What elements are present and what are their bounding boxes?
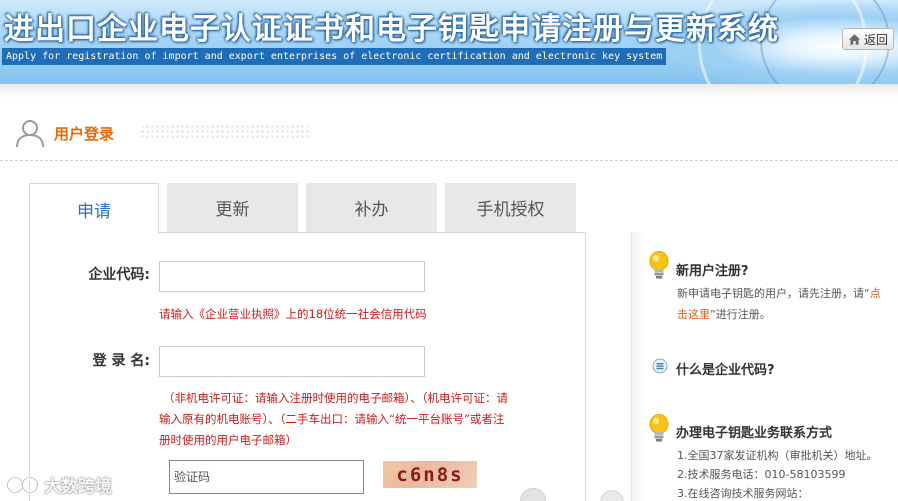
contact-item-agencies[interactable]: 1.全国37家发证机构（审批机关）地址。 — [677, 446, 878, 465]
lightbulb-icon — [649, 414, 669, 442]
header-banner: 进出口企业电子认证证书和电子钥匙申请注册与更新系统 Apply for regi… — [0, 0, 898, 84]
new-user-text-part-1: 新申请电子钥匙的用户，请先注册，请“ — [677, 287, 870, 300]
tab-apply[interactable]: 申请 — [29, 183, 159, 234]
login-name-hint: （非机电许可证：请输入注册时使用的电子邮箱）、（机电许可证：请 输入原有的机电账… — [159, 388, 579, 451]
dashed-divider — [0, 160, 898, 161]
lightbulb-icon — [649, 251, 669, 279]
user-login-header: 用户登录 — [14, 117, 114, 149]
captcha-text: c6n8s — [396, 463, 464, 486]
user-icon — [16, 120, 44, 148]
tab-apply-label: 申请 — [77, 201, 111, 222]
login-name-hint-line-1: （非机电许可证：请输入注册时使用的电子邮箱）、（机电许可证：请 — [163, 391, 508, 405]
register-link-part-2[interactable]: 击这里 — [677, 308, 710, 321]
tab-reissue[interactable]: 补办 — [306, 183, 437, 232]
watermark-logo-icon — [6, 475, 39, 494]
watermark: 大数跨境 — [6, 472, 112, 497]
new-user-title: 新用户注册? — [676, 264, 749, 279]
company-code-help-title[interactable]: 什么是企业代码? — [676, 359, 775, 378]
info-icon — [652, 358, 668, 374]
page-subtitle: Apply for registration of import and exp… — [2, 48, 667, 65]
page-title: 进出口企业电子认证证书和电子钥匙申请注册与更新系统 — [4, 12, 779, 47]
login-name-hint-line-2: 输入原有的机电账号）、（二手车出口：请输入“统一平台账号”或者注 — [159, 412, 505, 426]
dots-decoration — [140, 124, 310, 138]
back-button-label: 返回 — [863, 32, 888, 47]
login-name-input[interactable] — [159, 346, 425, 377]
company-code-label: 企业代码: — [88, 267, 150, 283]
watermark-text: 大数跨境 — [44, 477, 112, 497]
captcha-image[interactable]: c6n8s — [383, 461, 477, 488]
new-user-text-part-2: ”进行注册。 — [710, 308, 771, 321]
contact-title: 办理电子钥匙业务联系方式 — [676, 426, 833, 441]
company-code-input[interactable] — [159, 261, 425, 292]
register-link-part-1[interactable]: 点 — [870, 287, 881, 300]
apply-form-panel: 企业代码: 请输入《企业营业执照》上的18位统一社会信用代码 登 录 名: （非… — [29, 232, 586, 501]
contact-item-website: 3.在线咨询技术服务网站： — [677, 487, 809, 500]
tab-update-label: 更新 — [215, 200, 250, 220]
user-login-title: 用户登录 — [54, 124, 115, 143]
contact-item-phone: 2.技术服务电话：010-58103599 — [677, 468, 846, 481]
captcha-input[interactable] — [169, 460, 364, 494]
tab-update[interactable]: 更新 — [167, 183, 298, 232]
company-code-hint: 请输入《企业营业执照》上的18位统一社会信用代码 — [159, 307, 427, 321]
login-name-label: 登 录 名: — [92, 353, 150, 369]
login-name-hint-line-3: 册时使用的用户电子邮箱） — [159, 433, 297, 447]
tab-mobile-auth-label: 手机授权 — [476, 200, 545, 220]
tab-reissue-label: 补办 — [354, 200, 389, 220]
home-icon — [848, 33, 861, 45]
back-button[interactable]: 返回 — [842, 28, 894, 50]
contact-list: 1.全国37家发证机构（审批机关）地址。 2.技术服务电话：010-581035… — [677, 446, 878, 501]
header-shadow-band — [0, 84, 898, 98]
tab-mobile-auth[interactable]: 手机授权 — [445, 183, 576, 232]
new-user-text: 新申请电子钥匙的用户，请先注册，请“点击这里”进行注册。 — [677, 283, 889, 325]
scroll-decoration-circle-2 — [600, 490, 624, 501]
